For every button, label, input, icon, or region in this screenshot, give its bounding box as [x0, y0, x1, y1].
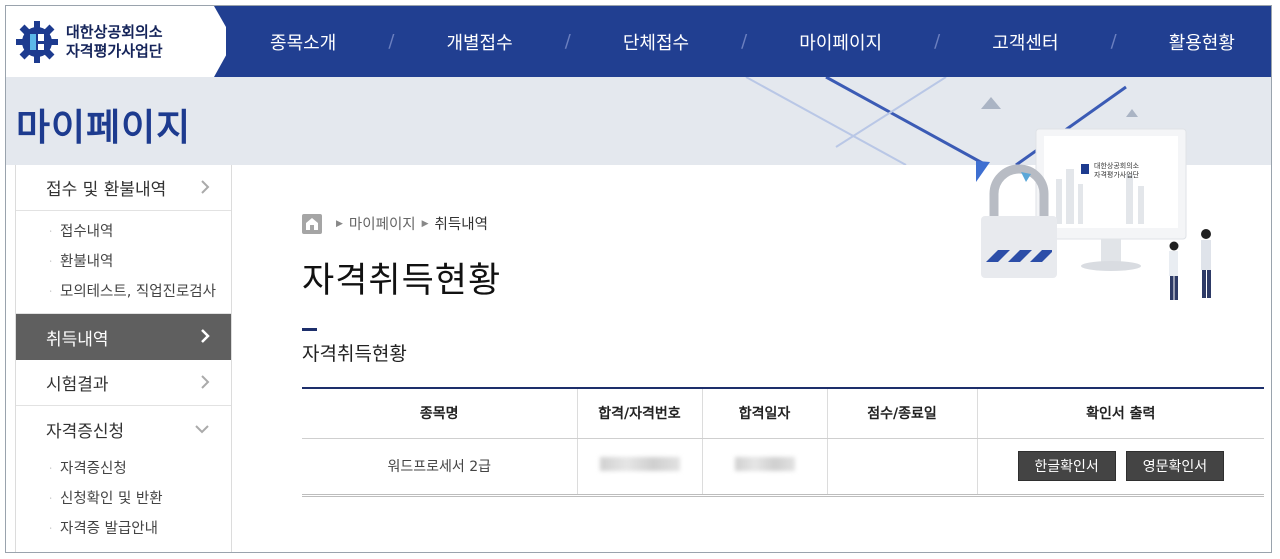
sidebar-subitem-confirm-return[interactable]: ㆍ 신청확인 및 반환 — [46, 482, 231, 512]
nav-item-status[interactable]: 활용현황 — [1169, 29, 1235, 55]
english-certificate-button[interactable]: 영문확인서 — [1125, 451, 1224, 481]
breadcrumb-current: 취득내역 — [434, 217, 488, 233]
column-header-pass-date: 합격일자 — [701, 387, 827, 439]
column-header-score: 점수/종료일 — [826, 387, 977, 439]
nav-item-support[interactable]: 고객센터 — [992, 29, 1058, 55]
breadcrumb: ▶ 마이페이지 ▶ 취득내역 — [302, 213, 488, 234]
cell-score — [826, 438, 977, 497]
nav-item-intro[interactable]: 종목소개 — [270, 29, 336, 55]
security-illustration: 대한상공회의소 자격평가사업단 — [976, 128, 1211, 300]
gear-logo-icon — [14, 19, 60, 65]
column-header-pass-number: 합격/자격번호 — [576, 387, 702, 439]
nav-separator: / — [1110, 31, 1117, 52]
blurred-value — [734, 457, 795, 471]
logo-line-1: 대한상공회의소 — [66, 22, 163, 41]
nav-item-group[interactable]: 단체접수 — [623, 29, 689, 55]
sidebar-subitem-mock-test[interactable]: ㆍ 모의테스트, 직업진로검사 — [46, 275, 231, 305]
breadcrumb-arrow-icon: ▶ — [421, 218, 429, 229]
top-navigation-bar: 대한상공회의소 자격평가사업단 종목소개 / 개별접수 / 단체접수 / 마이페… — [6, 6, 1271, 77]
nav-item-individual[interactable]: 개별접수 — [446, 29, 512, 55]
sidebar-item-label: 시험결과 — [46, 375, 109, 395]
cell-print: 한글확인서 영문확인서 — [976, 438, 1264, 497]
section-marker — [302, 328, 317, 331]
cell-name: 워드프로세서 2급 — [302, 438, 577, 497]
chevron-right-icon — [201, 375, 210, 389]
column-header-print: 확인서 출력 — [976, 387, 1264, 439]
table-row: 워드프로세서 2급 한글확인서 영문확인서 — [302, 438, 1264, 497]
logo-line-2: 자격평가사업단 — [66, 41, 163, 60]
chevron-right-icon — [201, 180, 210, 194]
chevron-down-icon — [195, 425, 209, 434]
acquisition-table: 종목명 합격/자격번호 합격일자 점수/종료일 확인서 출력 워드프로세서 2급… — [302, 387, 1264, 497]
browser-frame: 대한상공회의소 자격평가사업단 종목소개 / 개별접수 / 단체접수 / 마이페… — [5, 5, 1272, 553]
sidebar-item-label: 접수 및 환불내역 — [46, 180, 167, 200]
breadcrumb-parent[interactable]: 마이페이지 — [349, 213, 416, 234]
nav-separator: / — [388, 31, 395, 52]
sidebar-subitem-label: 자격증신청 — [60, 460, 127, 477]
sidebar-subitem-issue-guide[interactable]: ㆍ 자격증 발급안내 — [46, 512, 231, 542]
chevron-right-icon — [201, 329, 210, 343]
monitor-text-2: 자격평가사업단 — [1094, 170, 1140, 179]
cell-pass-number — [576, 438, 702, 497]
sidebar: 접수 및 환불내역 ㆍ 접수내역 ㆍ 환불내역 ㆍ 모의테스트, 직업진로검사 취득내… — [15, 165, 232, 552]
nav-separator: / — [934, 31, 941, 52]
content-heading: 자격취득현황 — [302, 261, 502, 301]
sidebar-subitem-receipt[interactable]: ㆍ 접수내역 — [46, 215, 231, 245]
sidebar-subitem-label: 모의테스트, 직업진로검사 — [60, 283, 216, 300]
breadcrumb-arrow-icon: ▶ — [336, 218, 343, 229]
blurred-value — [599, 457, 680, 471]
table-header-row: 종목명 합격/자격번호 합격일자 점수/종료일 확인서 출력 — [302, 387, 1264, 439]
sidebar-item-label: 취득내역 — [46, 329, 109, 350]
sidebar-subitem-label: 신청확인 및 반환 — [60, 490, 163, 507]
section-title: 자격취득현황 — [302, 343, 407, 365]
nav-separator: / — [741, 31, 748, 52]
sidebar-item-exam-result[interactable]: 시험결과 — [16, 360, 231, 406]
nav-item-mypage[interactable]: 마이페이지 — [799, 29, 882, 55]
sidebar-subitem-cert-apply[interactable]: ㆍ 자격증신청 — [46, 452, 231, 482]
sidebar-item-cert-apply[interactable]: 자격증신청 — [16, 406, 231, 452]
sidebar-subitem-label: 접수내역 — [60, 223, 114, 240]
home-icon[interactable] — [302, 213, 322, 234]
main-nav: 종목소개 / 개별접수 / 단체접수 / 마이페이지 / 고객센터 / 활용현황 — [234, 6, 1271, 77]
sidebar-item-acquisition[interactable]: 취득내역 — [16, 314, 231, 360]
cell-pass-date — [701, 438, 827, 497]
column-header-name: 종목명 — [302, 387, 577, 439]
korean-certificate-button[interactable]: 한글확인서 — [1017, 451, 1116, 481]
nav-separator: / — [564, 31, 571, 52]
site-logo[interactable]: 대한상공회의소 자격평가사업단 — [6, 6, 226, 77]
monitor-text-1: 대한상공회의소 — [1094, 161, 1140, 170]
sidebar-subitem-refund[interactable]: ㆍ 환불내역 — [46, 245, 231, 275]
sidebar-item-receipt-refund[interactable]: 접수 및 환불내역 — [16, 165, 231, 211]
sidebar-subitem-label: 환불내역 — [60, 253, 114, 270]
sidebar-subitem-label: 자격증 발급안내 — [60, 520, 158, 537]
sidebar-item-label: 자격증신청 — [46, 421, 125, 442]
